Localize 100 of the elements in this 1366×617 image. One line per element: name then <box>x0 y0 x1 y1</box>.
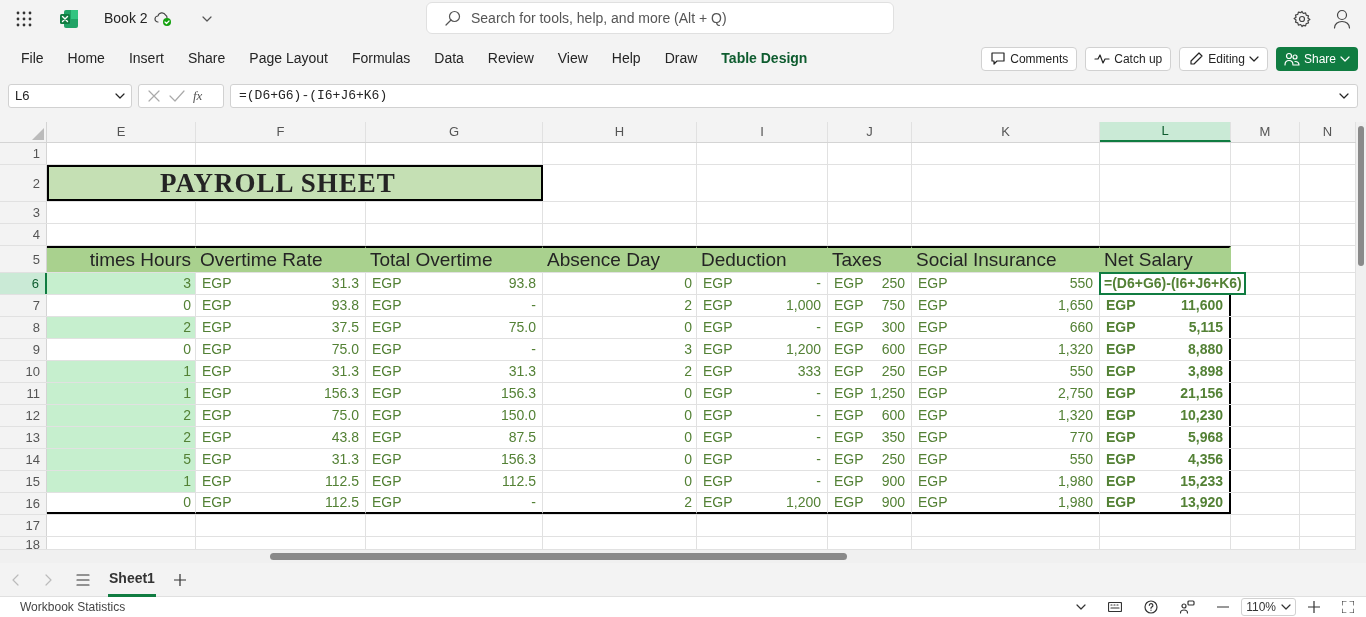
document-title[interactable]: Book 2 <box>104 8 148 29</box>
currency-text: EGP <box>918 406 948 425</box>
ribbon-tab[interactable]: Page Layout <box>238 43 339 74</box>
chevron-down-icon[interactable] <box>115 93 125 99</box>
amount-text: - <box>816 384 821 403</box>
chevron-down-icon[interactable] <box>1248 55 1259 62</box>
currency-text: EGP <box>703 362 733 381</box>
currency-text: EGP <box>834 406 864 425</box>
ribbon-tab[interactable]: Draw <box>653 43 709 74</box>
ribbon-tab[interactable]: Review <box>476 43 545 74</box>
currency-text: EGP <box>1106 428 1136 447</box>
help-icon[interactable] <box>1144 600 1159 614</box>
column-header[interactable]: E <box>47 122 196 142</box>
row-header[interactable]: 8 <box>0 317 47 338</box>
currency-text: EGP <box>202 296 232 315</box>
row-header[interactable]: 7 <box>0 295 47 316</box>
column-header[interactable]: L <box>1100 122 1231 142</box>
ribbon-tab[interactable]: Help <box>600 43 652 74</box>
amount-text: 5,115 <box>1188 318 1223 337</box>
currency-text: EGP <box>918 296 948 315</box>
status-text[interactable]: Workbook Statistics <box>20 598 126 616</box>
amount-text: 550 <box>1069 450 1093 469</box>
zoom-dropdown[interactable]: 110% <box>1241 598 1296 616</box>
editing-button[interactable]: Editing <box>1179 46 1268 71</box>
ribbon-tab[interactable]: Data <box>423 43 475 74</box>
row-header[interactable]: 17 <box>0 515 47 536</box>
column-header[interactable]: J <box>828 122 912 142</box>
feedback-icon[interactable] <box>1180 600 1196 614</box>
comments-button[interactable]: Comments <box>981 46 1078 71</box>
catchup-button[interactable]: Catch up <box>1085 46 1172 71</box>
ribbon-tab[interactable]: Table Design <box>710 43 819 74</box>
amount-text: 75.0 <box>331 406 359 425</box>
currency-text: EGP <box>372 274 402 293</box>
search-field[interactable]: Search for tools, help, and more (Alt + Q) <box>426 2 894 34</box>
cell-edit-field[interactable]: =(D6+G6)-(I6+J6+K6) <box>1099 272 1246 295</box>
keyboard-icon[interactable] <box>1108 602 1123 612</box>
ribbon-tab[interactable]: Home <box>56 43 116 74</box>
ribbon-tab[interactable]: Share <box>176 43 237 74</box>
row-header[interactable]: 2 <box>0 165 47 201</box>
amount-text: 1,320 <box>1057 406 1093 425</box>
currency-text: EGP <box>372 472 402 491</box>
ribbon-tab[interactable]: View <box>546 43 599 74</box>
row-header[interactable]: 9 <box>0 339 47 360</box>
row-header[interactable]: 10 <box>0 361 47 382</box>
amount-text: 1,000 <box>785 296 821 315</box>
row-header[interactable]: 12 <box>0 405 47 426</box>
row-header[interactable]: 3 <box>0 202 47 223</box>
ribbon-tab[interactable]: Formulas <box>340 43 422 74</box>
currency-text: EGP <box>703 450 733 469</box>
currency-text: EGP <box>918 472 948 491</box>
row-header[interactable]: 1 <box>0 143 47 164</box>
currency-text: EGP <box>1106 296 1136 315</box>
amount-text: 550 <box>1069 362 1093 381</box>
currency-text: EGP <box>1106 384 1136 403</box>
currency-text: EGP <box>202 274 232 293</box>
zoom-in-icon[interactable] <box>1308 601 1320 613</box>
ribbon-tab[interactable]: File <box>10 43 55 74</box>
collapse-icon[interactable] <box>1076 604 1087 610</box>
row-header[interactable]: 11 <box>0 383 47 404</box>
share-button[interactable]: Share <box>1275 46 1358 71</box>
column-header[interactable]: M <box>1231 122 1300 142</box>
currency-text: EGP <box>918 450 948 469</box>
column-header[interactable]: G <box>366 122 543 142</box>
chevron-down-icon[interactable] <box>1339 93 1349 99</box>
settings-icon[interactable] <box>1293 9 1311 28</box>
cell-value: 0 <box>684 406 692 425</box>
column-header[interactable]: I <box>697 122 828 142</box>
column-header[interactable]: F <box>196 122 366 142</box>
column-header[interactable]: H <box>543 122 697 142</box>
chevron-down-icon[interactable] <box>1281 604 1291 610</box>
amount-text: 250 <box>881 274 905 293</box>
fullscreen-icon[interactable] <box>1342 601 1354 613</box>
column-heading: Taxes <box>828 246 912 272</box>
currency-text: EGP <box>202 406 232 425</box>
row-header[interactable]: 4 <box>0 224 47 245</box>
row-header[interactable]: 15 <box>0 471 47 492</box>
row-header[interactable]: 16 <box>0 493 47 514</box>
row-header[interactable]: 13 <box>0 427 47 448</box>
currency-text: EGP <box>703 406 733 425</box>
chevron-down-icon[interactable] <box>201 15 212 22</box>
row-header[interactable]: 14 <box>0 449 47 470</box>
add-sheet-icon[interactable] <box>173 573 186 586</box>
formula-input[interactable]: =(D6+G6)-(I6+J6+K6) <box>230 84 1358 108</box>
currency-text: EGP <box>918 428 948 447</box>
row-header[interactable]: 5 <box>0 246 47 272</box>
currency-text: EGP <box>834 428 864 447</box>
currency-text: EGP <box>703 296 733 315</box>
comment-icon <box>990 50 1007 67</box>
name-box[interactable]: L6 <box>8 84 132 108</box>
column-heading: Absence Day <box>543 246 697 272</box>
ribbon-tab[interactable]: Insert <box>117 43 175 74</box>
amount-text: 5,968 <box>1187 428 1223 447</box>
row-header[interactable]: 18 <box>0 537 47 549</box>
account-icon[interactable] <box>1333 8 1351 29</box>
amount-text: - <box>816 472 821 491</box>
currency-text: EGP <box>202 384 232 403</box>
row-header[interactable]: 6 <box>0 273 47 294</box>
insert-function-button[interactable]: fx <box>193 86 203 106</box>
menu-icon[interactable] <box>76 573 90 586</box>
app-launcher-icon[interactable] <box>16 10 32 27</box>
